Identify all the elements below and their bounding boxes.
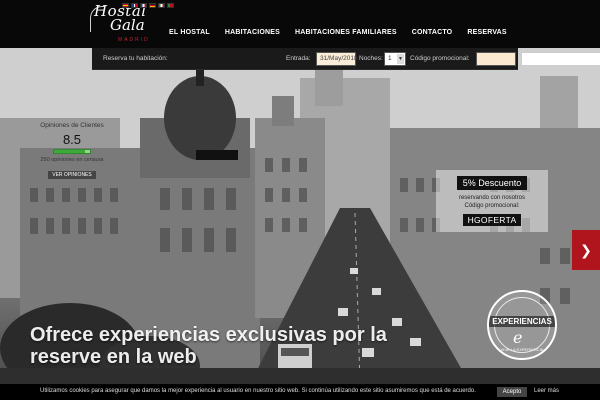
promo-code: HGOFERTA [462,214,522,226]
entry-label: Entrada: [286,55,311,62]
entry-date-input[interactable]: 31/May/2018 [316,52,358,66]
booking-title: Reserva tu habitación: [103,55,168,62]
badge-letter: e [513,328,523,347]
logo-text-gala: Gala [110,16,145,34]
en-flag-icon[interactable] [131,3,138,8]
badge-title: EXPERIENCIAS [489,316,555,327]
badge-subtitle: VIVE LA EXPERIENCIA [500,347,544,352]
de-flag-icon[interactable] [149,3,156,8]
hero-slider: Opiniones de Clientes 8.5 250 opiniones … [0,48,600,384]
hero-headline-line1: Ofrece experiencias exclusivas por la [30,324,387,346]
reviews-title: Opiniones de Clientes [40,122,104,129]
cookie-bar: Utilizamos cookies para asegurar que dam… [0,384,600,400]
chevron-down-icon: ▼ [397,54,404,64]
cookie-text: Utilizamos cookies para asegurar que dam… [40,388,476,394]
nav-habitaciones[interactable]: HABITACIONES [225,29,280,36]
nav-contacto[interactable]: CONTACTO [412,29,453,36]
site-header: Hostal Gala MADRID EL HOSTAL HABITACIONE… [0,0,600,48]
promo-line1: reservando con nosotros [458,195,526,201]
promo-text: reservando con nosotros Código promocion… [436,194,548,210]
main-nav: EL HOSTAL HABITACIONES HABITACIONES FAMI… [169,29,522,36]
fr-flag-icon[interactable] [140,3,147,8]
nav-reservas[interactable]: RESERVAS [467,29,506,36]
nights-label: Noches: [359,55,383,62]
discount-promo-box: 5% Descuento reservando con nosotros Cód… [436,170,548,232]
view-reviews-link[interactable]: VER OPINIONES [48,171,96,179]
promo-title: 5% Descuento [456,176,528,190]
promo-code-input[interactable] [476,52,516,66]
reviews-score-bar [53,149,91,154]
cookie-read-more-link[interactable]: Leer más [534,388,559,394]
nav-el-hostal[interactable]: EL HOSTAL [169,29,210,36]
reviews-score: 8.5 [62,132,82,147]
reviews-count: 250 opiniones en censura [40,157,104,163]
logo-text-city: MADRID [118,37,150,43]
hero-headline-line2: reserve en la web [30,346,197,368]
reviews-widget: Opiniones de Clientes 8.5 250 opiniones … [28,122,116,181]
nights-select[interactable]: 1 ▼ [384,52,406,66]
promo-line2: Código promocional: [464,203,520,209]
it-flag-icon[interactable] [158,3,165,8]
nav-habitaciones-familiares[interactable]: HABITACIONES FAMILIARES [295,29,397,36]
slider-next-arrow-icon[interactable]: ❯ [572,230,600,270]
booking-search-field[interactable] [521,52,600,66]
pt-flag-icon[interactable] [167,3,174,8]
booking-bar: Reserva tu habitación: Entrada: 31/May/2… [92,48,600,70]
hero-headline: Ofrece experiencias exclusivas por la re… [30,324,387,368]
es-flag-icon[interactable] [122,3,129,8]
experiencias-badge[interactable]: EXPERIENCIAS e VIVE LA EXPERIENCIA [487,290,557,360]
cookie-accept-button[interactable]: Acepto [497,387,527,397]
nights-value: 1 [388,55,392,62]
language-selector [122,3,174,8]
promo-code-label: Código promocional: [410,55,470,62]
